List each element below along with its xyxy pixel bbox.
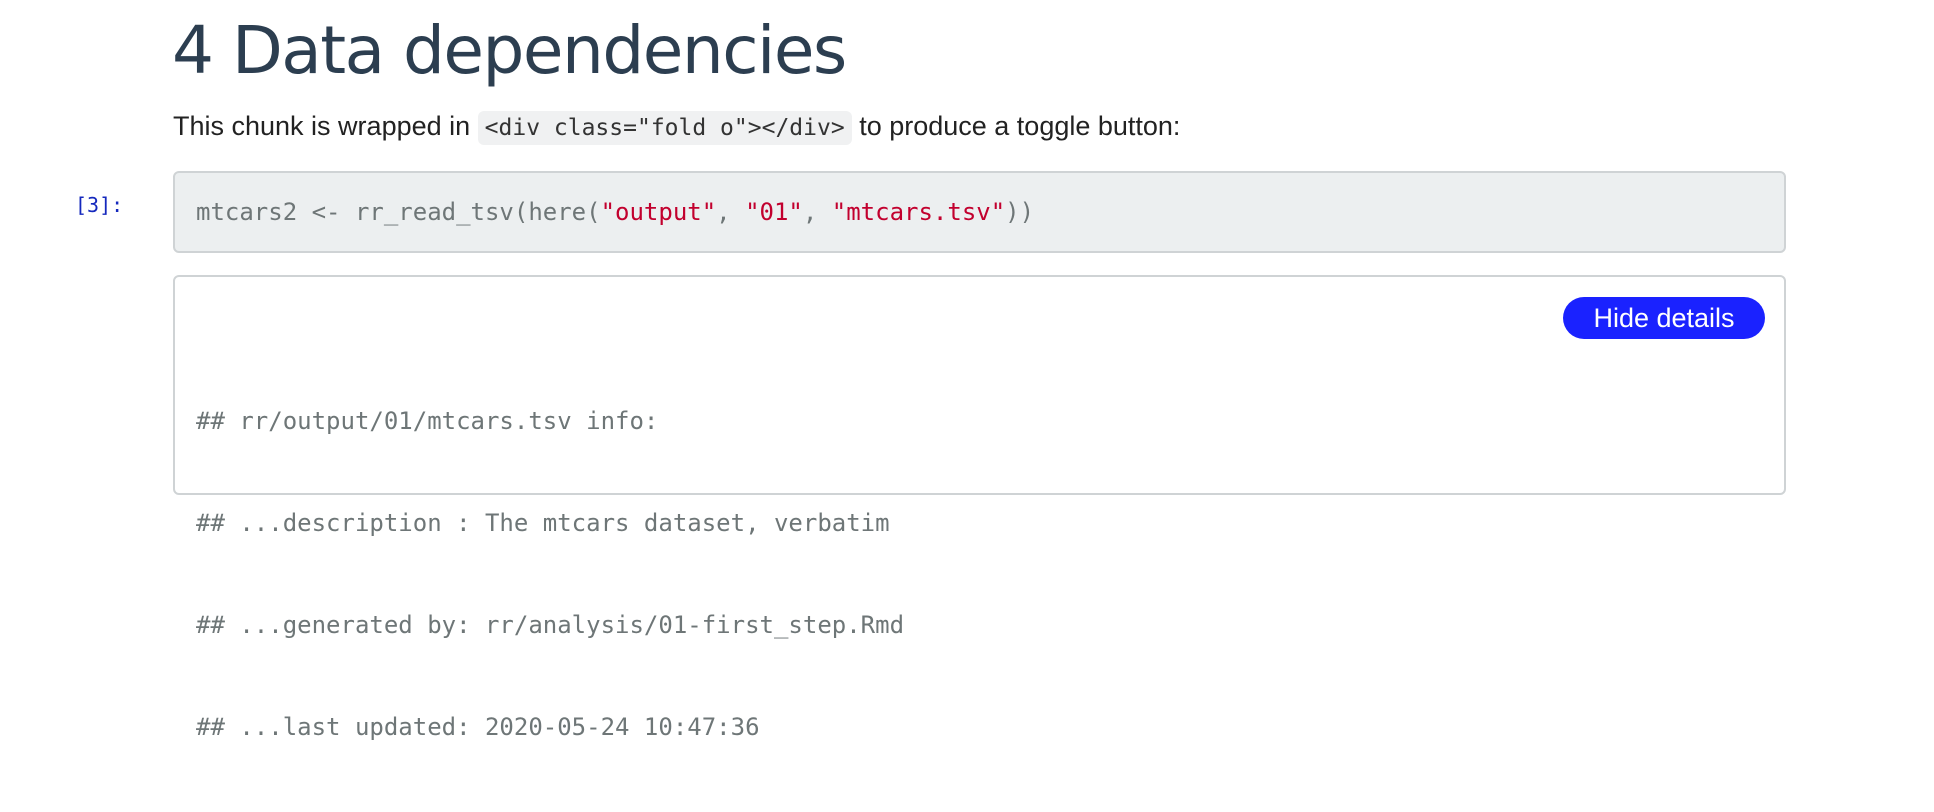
code-token: , (716, 198, 746, 226)
code-token: )) (1005, 198, 1035, 226)
string-literal: "01" (745, 198, 803, 226)
output-line: ## ...last updated: 2020-05-24 10:47:36 (196, 713, 760, 741)
string-literal: "output" (600, 198, 717, 226)
string-literal: "mtcars.tsv" (831, 198, 1006, 226)
output-line: ## rr/output/01/mtcars.tsv info: (196, 407, 659, 435)
output-line: ## ...description : The mtcars dataset, … (196, 509, 890, 537)
code-token: , (802, 198, 832, 226)
output-cell: Hide details ## rr/output/01/mtcars.tsv … (173, 275, 1786, 741)
hide-details-button[interactable]: Hide details (1563, 297, 1765, 339)
code-token: mtcars2 <- rr_read_tsv(here( (196, 198, 601, 226)
output-text: ## rr/output/01/mtcars.tsv info: ## ...d… (196, 336, 904, 812)
intro-paragraph: This chunk is wrapped in <div class="fol… (173, 106, 1180, 148)
inline-code: <div class="fold o"></div> (477, 111, 852, 145)
intro-text-after: to produce a toggle button: (851, 111, 1181, 141)
intro-text-before: This chunk is wrapped in (173, 111, 478, 141)
code-line: mtcars2 <- rr_read_tsv(here("output", "0… (196, 195, 1034, 229)
code-cell: mtcars2 <- rr_read_tsv(here("output", "0… (173, 171, 1786, 253)
cell-prompt: [3]: (75, 193, 124, 217)
section-heading: 4 Data dependencies (172, 12, 847, 89)
output-line: ## ...generated by: rr/analysis/01-first… (196, 611, 905, 639)
